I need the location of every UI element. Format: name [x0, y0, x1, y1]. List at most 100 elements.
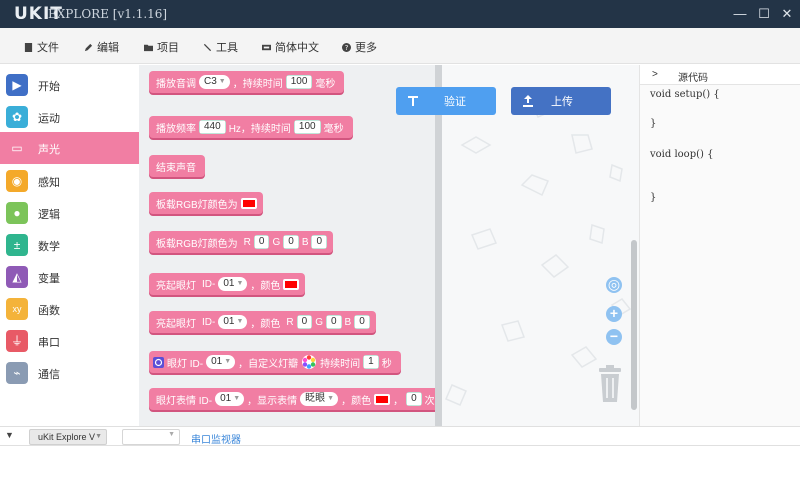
code-panel-title: 源代码	[678, 73, 708, 84]
duration-field[interactable]: 1	[363, 355, 379, 369]
menu-edit[interactable]: 编辑	[84, 39, 119, 55]
block-text: 眼灯表情 ID-	[156, 395, 213, 407]
color-swatch[interactable]	[240, 197, 257, 209]
block-text: ，持续时间	[232, 78, 283, 90]
trash-icon[interactable]	[596, 364, 624, 404]
note-dropdown[interactable]: C3 ▼	[199, 75, 230, 89]
count-field[interactable]: 0	[406, 392, 422, 406]
zoom-in-icon[interactable]: +	[606, 306, 622, 322]
category-serial[interactable]: ⏚ 串口	[0, 325, 139, 357]
menu-language[interactable]: 简体中文	[262, 39, 319, 55]
block-play-tone[interactable]: 播放音调 C3 ▼ ，持续时间 100 毫秒	[149, 71, 345, 93]
maximize-button[interactable]: ☐	[754, 4, 774, 24]
blue-field[interactable]: 0	[354, 315, 370, 329]
category-math[interactable]: ± 数学	[0, 229, 139, 261]
block-eye-light-rgb[interactable]: 亮起眼灯 ID- 01 ▼ ，颜色 R 0 G 0 B 0	[149, 311, 376, 333]
menu-more-label: 更多	[355, 42, 377, 54]
green-field[interactable]: 0	[325, 315, 342, 329]
id-dropdown[interactable]: 01 ▼	[206, 355, 236, 369]
category-sensing[interactable]: ◉ 感知	[0, 165, 139, 197]
expression-value: 眨眼	[305, 393, 326, 404]
menu-more[interactable]: ? 更多	[342, 39, 377, 55]
recenter-icon[interactable]: ◎	[606, 277, 622, 293]
color-swatch[interactable]	[374, 393, 391, 405]
menu-file[interactable]: 文件	[24, 39, 59, 55]
blue-label: B	[344, 316, 352, 328]
menu-bar: 文件 编辑 项目 工具 简体中文 ? 更多	[0, 28, 800, 64]
expand-toggle-icon[interactable]: >	[652, 69, 658, 80]
block-play-frequency[interactable]: 播放频率 440 Hz，持续时间 100 毫秒	[149, 116, 353, 138]
category-variables[interactable]: ◭ 变量	[0, 261, 139, 293]
source-code-panel: > 源代码 void setup() { } void loop() { }	[639, 65, 800, 426]
chevron-down-icon: ▼	[236, 318, 244, 325]
code-line: }	[650, 118, 657, 129]
block-text: 板载RGB灯颜色为	[156, 238, 238, 250]
block-stop-sound[interactable]: 结束声音	[149, 155, 205, 177]
block-eye-light-color[interactable]: 亮起眼灯 ID- 01 ▼ ，颜色	[149, 273, 306, 295]
note-value: C3	[204, 76, 217, 87]
minimize-button[interactable]: —	[730, 4, 750, 24]
menu-tools[interactable]: 工具	[203, 39, 238, 55]
blue-value: 0	[355, 316, 369, 328]
bulb-icon: ●	[6, 202, 28, 224]
id-dropdown[interactable]: 01 ▼	[215, 392, 245, 406]
edit-icon	[84, 43, 93, 51]
upload-icon	[523, 95, 533, 107]
duration-value: 100	[286, 76, 312, 88]
palette-scrollbar[interactable]	[435, 65, 442, 426]
red-field[interactable]: 0	[296, 315, 313, 329]
block-text: ，颜色	[341, 395, 372, 407]
category-sound-light[interactable]: ▭ 声光	[0, 132, 139, 164]
zoom-out-icon[interactable]: −	[606, 329, 622, 345]
green-value: 0	[326, 316, 341, 328]
block-text: 次	[424, 395, 435, 407]
block-onboard-rgb-values[interactable]: 板载RGB灯颜色为 R 0 G 0 B 0	[149, 231, 334, 253]
color-swatch[interactable]	[283, 278, 300, 290]
category-start[interactable]: ▶ 开始	[0, 69, 139, 101]
play-icon: ▶	[6, 74, 28, 96]
close-button[interactable]: ✕	[777, 4, 797, 24]
blue-field[interactable]: 0	[311, 235, 328, 249]
color-wheel-icon[interactable]	[301, 354, 317, 370]
menu-edit-label: 编辑	[97, 42, 119, 54]
id-value: 01	[220, 393, 232, 404]
block-text: 毫秒	[315, 78, 336, 90]
duration-value: 1	[364, 356, 378, 368]
upload-button[interactable]: 上传	[511, 87, 611, 115]
duration-field[interactable]: 100	[293, 120, 321, 134]
category-functions[interactable]: xy 函数	[0, 293, 139, 325]
block-eye-expression[interactable]: 眼灯表情 ID- 01 ▼ ，显示表情 眨眼 ▼ ，颜色 ， 0 次	[149, 388, 436, 410]
verify-button[interactable]: 验证	[396, 87, 496, 115]
category-logic[interactable]: ● 逻辑	[0, 197, 139, 229]
expression-dropdown[interactable]: 眨眼 ▼	[300, 392, 339, 406]
id-value: 01	[211, 356, 223, 367]
green-field[interactable]: 0	[283, 235, 299, 249]
green-label: G	[315, 316, 323, 328]
category-label: 开始	[38, 81, 60, 93]
block-text: 毫秒	[323, 123, 344, 135]
green-value: 0	[284, 236, 298, 248]
console-area[interactable]	[0, 447, 800, 499]
bottom-toolbar: ▼ uKit Explore V ▼ ▼ 串口监视器	[0, 426, 800, 446]
chevron-down-icon[interactable]: ▼	[5, 430, 14, 440]
serial-monitor-link[interactable]: 串口监视器	[191, 431, 241, 446]
category-communication[interactable]: ⌁ 通信	[0, 357, 139, 389]
device-select[interactable]: uKit Explore V ▼	[29, 429, 107, 445]
math-icon: ±	[6, 234, 28, 256]
menu-project[interactable]: 项目	[144, 39, 179, 55]
block-onboard-rgb-color[interactable]: 板载RGB灯颜色为	[149, 192, 263, 214]
port-select[interactable]: ▼	[122, 429, 180, 445]
frequency-field[interactable]: 440	[199, 120, 226, 134]
red-value: 0	[297, 316, 312, 328]
block-eye-light-custom[interactable]: 眼灯 ID- 01 ▼ ，自定义灯瓣 持续时间 1 秒	[149, 351, 401, 373]
code-line: void loop() {	[650, 149, 714, 160]
duration-field[interactable]: 100	[285, 75, 313, 89]
block-text: Hz，持续时间	[228, 123, 291, 135]
id-dropdown[interactable]: 01 ▼	[218, 315, 248, 329]
help-icon: ?	[342, 42, 351, 52]
chevron-down-icon: ▼	[95, 433, 102, 440]
id-dropdown[interactable]: 01 ▼	[218, 277, 248, 291]
category-motion[interactable]: ✿ 运动	[0, 101, 139, 133]
workspace-scrollbar[interactable]	[631, 240, 637, 410]
red-field[interactable]: 0	[253, 235, 270, 249]
